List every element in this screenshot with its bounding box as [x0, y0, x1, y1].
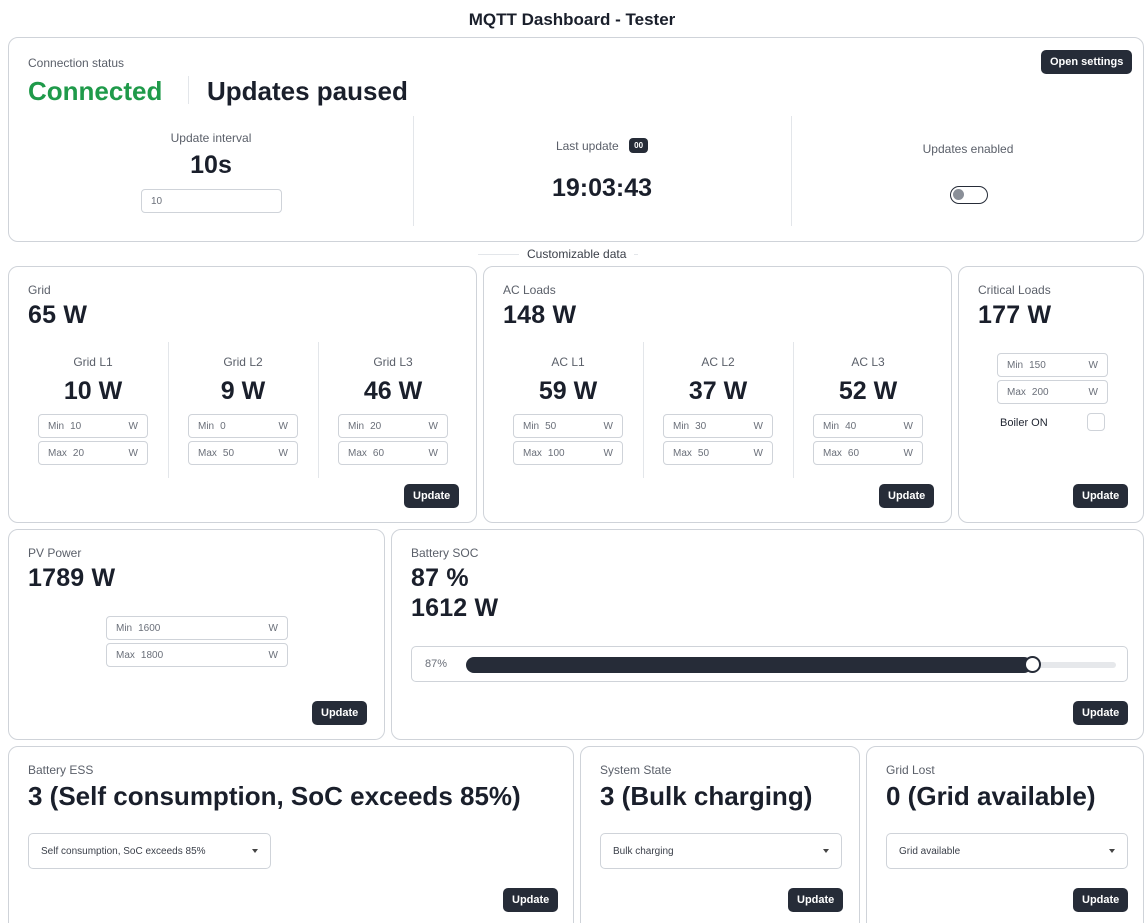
- status-divider: [188, 76, 189, 104]
- system-state-select[interactable]: Bulk charging: [600, 833, 842, 869]
- critical-loads-value: 177 W: [978, 301, 1052, 329]
- updates-state: Updates paused: [207, 76, 408, 106]
- grid-l2-min-input[interactable]: Min 0 W: [188, 414, 298, 438]
- pv-power-card: PV Power 1789 W Min 1600 W Max 1800 W Update: [8, 529, 385, 740]
- battery-ess-card: Battery ESS 3 (Self consumption, SoC exc…: [8, 746, 574, 923]
- battery-slider-track[interactable]: [466, 656, 1116, 673]
- customizable-data-label: Customizable data: [519, 247, 635, 261]
- battery-slider-fill: [466, 657, 1032, 673]
- pv-max-input[interactable]: Max 1800 W: [106, 643, 288, 667]
- pv-update-button[interactable]: Update: [312, 701, 368, 725]
- last-update-time: 19:03:43: [551, 174, 653, 202]
- pv-power-value: 1789 W: [28, 564, 116, 592]
- critical-loads-label: Critical Loads: [978, 283, 1051, 297]
- chevron-down-icon: [252, 849, 258, 853]
- grid-l2: Grid L2 9 W: [220, 355, 266, 405]
- system-state-value: 3 (Bulk charging): [600, 781, 813, 811]
- system-state-card: System State 3 (Bulk charging) Bulk char…: [580, 746, 860, 923]
- boiler-on-checkbox[interactable]: [1087, 413, 1105, 431]
- grid-lost-card: Grid Lost 0 (Grid available) Grid availa…: [866, 746, 1144, 923]
- ac-l3-max-input[interactable]: Max 60 W: [813, 441, 923, 465]
- chevron-down-icon: [823, 849, 829, 853]
- battery-ess-select[interactable]: Self consumption, SoC exceeds 85%: [28, 833, 271, 869]
- battery-ess-label: Battery ESS: [28, 763, 94, 777]
- grid-lost-update-button[interactable]: Update: [1073, 888, 1129, 912]
- grid-l3-max-input[interactable]: Max 60 W: [338, 441, 448, 465]
- grid-l1: Grid L1 10 W: [63, 355, 123, 405]
- last-update-section: Last update 00 19:03:43: [413, 137, 791, 203]
- grid-l1-min-input[interactable]: Min 10 W: [38, 414, 148, 438]
- update-interval-value: 10s: [190, 151, 232, 179]
- ac-l2-max-input[interactable]: Max 50 W: [663, 441, 773, 465]
- grid-value: 65 W: [28, 301, 88, 329]
- battery-soc-label: Battery SOC: [411, 546, 479, 560]
- update-interval-section: Update interval 10s: [9, 131, 413, 180]
- ac-l1-min-input[interactable]: Min 50 W: [513, 414, 623, 438]
- ac-l2: AC L2 37 W: [688, 355, 748, 405]
- battery-slider-thumb[interactable]: [1023, 656, 1041, 673]
- battery-slider-box: 87%: [411, 646, 1128, 682]
- critical-max-input[interactable]: Max 200 W: [997, 380, 1108, 404]
- updates-enabled-toggle[interactable]: [950, 186, 988, 204]
- grid-label: Grid: [28, 283, 51, 297]
- toggle-knob: [953, 189, 964, 200]
- grid-lost-label: Grid Lost: [886, 763, 935, 777]
- battery-soc-value: 87 %: [411, 564, 469, 592]
- ac-l3-min-input[interactable]: Min 40 W: [813, 414, 923, 438]
- boiler-on-label: Boiler ON: [1000, 417, 1048, 429]
- ac-l1-max-input[interactable]: Max 100 W: [513, 441, 623, 465]
- system-state-update-button[interactable]: Update: [788, 888, 844, 912]
- connection-card: Connection status Connected Updates paus…: [8, 37, 1144, 242]
- battery-soc-update-button[interactable]: Update: [1073, 701, 1129, 725]
- battery-power-value: 1612 W: [411, 594, 499, 622]
- pv-min-input[interactable]: Min 1600 W: [106, 616, 288, 640]
- grid-lost-select[interactable]: Grid available: [886, 833, 1128, 869]
- chevron-down-icon: [1109, 849, 1115, 853]
- ac-loads-value: 148 W: [503, 301, 577, 329]
- updates-enabled-label: Updates enabled: [922, 142, 1014, 156]
- critical-loads-card: Critical Loads 177 W Min 150 W Max 200 W Boi…: [958, 266, 1144, 523]
- grid-l3: Grid L3 46 W: [363, 355, 423, 405]
- ac-l2-min-input[interactable]: Min 30 W: [663, 414, 773, 438]
- battery-ess-value: 3 (Self consumption, SoC exceeds 85%): [28, 781, 521, 811]
- system-state-label: System State: [600, 763, 672, 777]
- ac-loads-update-button[interactable]: Update: [879, 484, 935, 508]
- ac-l3: AC L3 52 W: [838, 355, 898, 405]
- ac-l1: AC L1 59 W: [538, 355, 598, 405]
- battery-slider-label: 87%: [425, 658, 448, 670]
- ac-loads-card: AC Loads 148 W AC L1 59 W Min 50 W Max 100 W…: [483, 266, 952, 523]
- update-interval-label: Update interval: [170, 131, 252, 145]
- grid-lost-value: 0 (Grid available): [886, 781, 1096, 811]
- critical-min-input[interactable]: Min 150 W: [997, 353, 1108, 377]
- grid-card: Grid 65 W Grid L1 10 W Min 10 W Max 20 W Gri…: [8, 266, 477, 523]
- connection-status-label: Connection status: [28, 56, 125, 70]
- battery-soc-card: Battery SOC 87 % 1612 W 87% Update: [391, 529, 1144, 740]
- update-interval-input[interactable]: 10: [141, 189, 282, 213]
- grid-l2-max-input[interactable]: Max 50 W: [188, 441, 298, 465]
- connection-status-value: Connected: [28, 76, 163, 106]
- ac-loads-label: AC Loads: [503, 283, 556, 297]
- last-update-badge: 00: [629, 138, 649, 154]
- page-title: MQTT Dashboard - Tester: [468, 10, 676, 29]
- critical-loads-update-button[interactable]: Update: [1073, 484, 1129, 508]
- grid-update-button[interactable]: Update: [404, 484, 460, 508]
- pv-power-label: PV Power: [28, 546, 82, 560]
- battery-ess-update-button[interactable]: Update: [503, 888, 559, 912]
- grid-l1-max-input[interactable]: Max 20 W: [38, 441, 148, 465]
- last-update-label: Last update: [555, 139, 619, 153]
- grid-l3-min-input[interactable]: Min 20 W: [338, 414, 448, 438]
- open-settings-button[interactable]: Open settings: [1041, 50, 1133, 74]
